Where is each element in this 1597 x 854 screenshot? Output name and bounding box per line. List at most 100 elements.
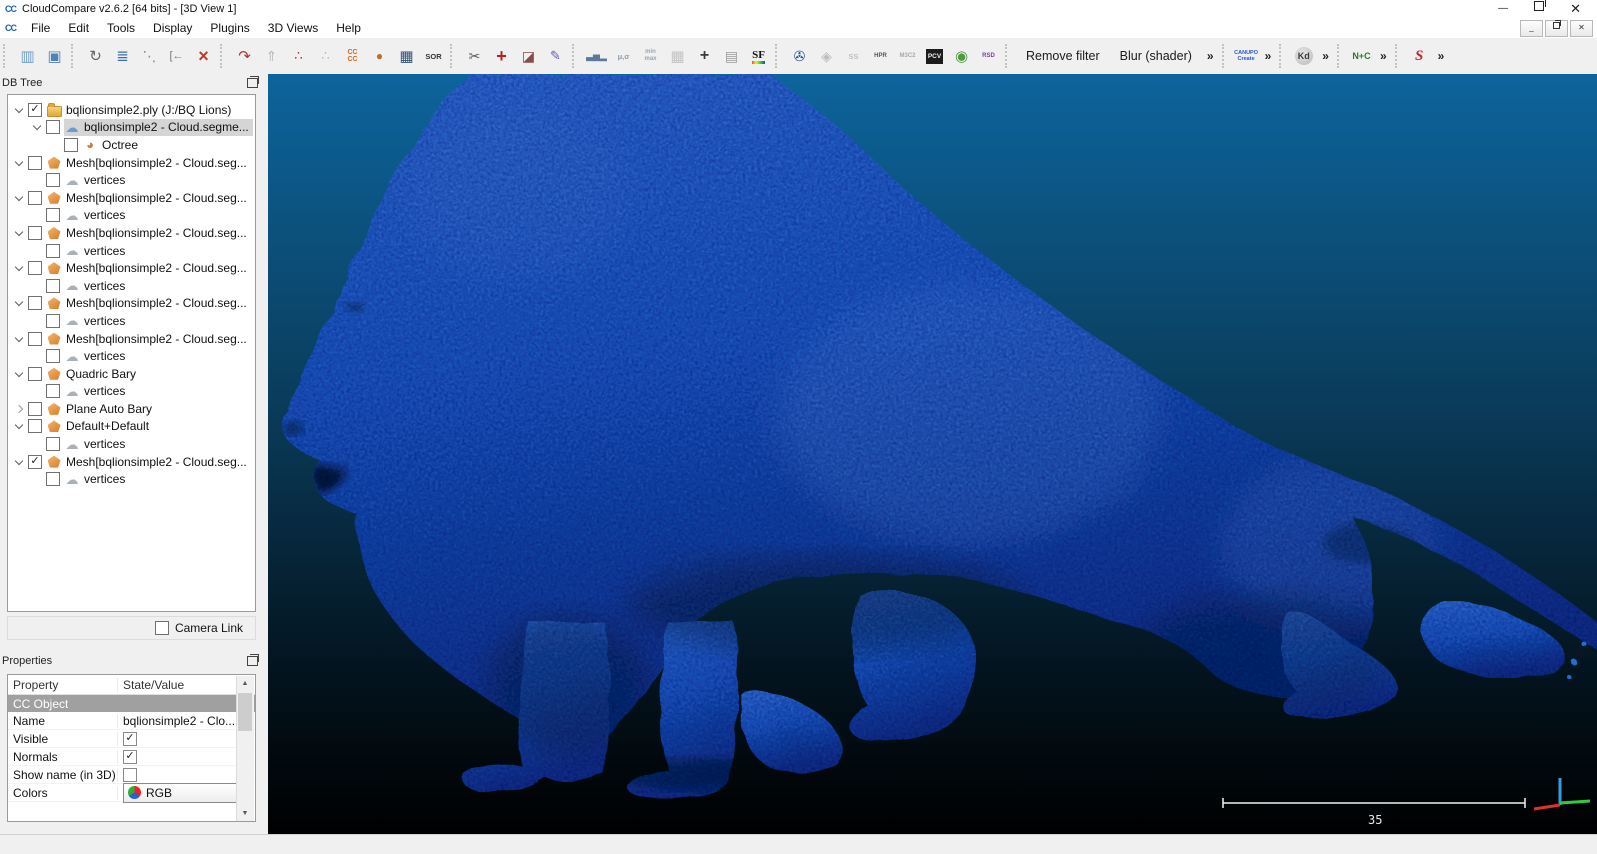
minimize-button[interactable]: — bbox=[1498, 0, 1508, 18]
tree-item-checkbox[interactable] bbox=[28, 454, 42, 469]
resample-icon[interactable]: ∴ bbox=[312, 43, 339, 70]
tree-item-checkbox[interactable] bbox=[46, 384, 60, 399]
cloud-cloud-distance-icon[interactable]: CC CC bbox=[339, 43, 366, 70]
tree-item-checkbox[interactable] bbox=[28, 190, 42, 205]
tree-item-expander[interactable] bbox=[12, 261, 26, 275]
tree-row-mesh-bqlionsimple2-cloud-seg[interactable]: Mesh[bqlionsimple2 - Cloud.seg... bbox=[8, 224, 255, 242]
tree-item-checkbox[interactable] bbox=[28, 261, 42, 276]
menu-item-edit[interactable]: Edit bbox=[59, 18, 98, 38]
tree-row-vertices[interactable]: ☁ vertices bbox=[8, 277, 255, 295]
menu-item-3d-views[interactable]: 3D Views bbox=[259, 18, 327, 38]
tree-row-vertices[interactable]: ☁ vertices bbox=[8, 435, 255, 453]
tree-row-mesh-bqlionsimple2-cloud-seg[interactable]: Mesh[bqlionsimple2 - Cloud.seg... bbox=[8, 259, 255, 277]
mdi-close-button[interactable]: ✕ bbox=[1570, 19, 1593, 37]
colors-dropdown[interactable]: RGB▼ bbox=[123, 782, 251, 803]
properties-float-icon[interactable] bbox=[247, 654, 259, 666]
tree-item-expander[interactable] bbox=[12, 156, 26, 170]
blur-shader-button[interactable]: Blur (shader) bbox=[1110, 43, 1202, 69]
tree-row-mesh-bqlionsimple2-cloud-seg[interactable]: Mesh[bqlionsimple2 - Cloud.seg... bbox=[8, 154, 255, 172]
tree-item-checkbox[interactable] bbox=[46, 349, 60, 364]
tree-item-expander[interactable] bbox=[12, 191, 26, 205]
open-icon[interactable]: ▥ bbox=[14, 43, 41, 70]
tree-item-expander[interactable] bbox=[30, 120, 44, 134]
menu-item-tools[interactable]: Tools bbox=[98, 18, 144, 38]
sf-arithmetic-icon[interactable]: ▤ bbox=[718, 43, 745, 70]
m3c2-plugin-icon[interactable]: M3C2 bbox=[894, 43, 921, 70]
tree-row-vertices[interactable]: ☁ vertices bbox=[8, 347, 255, 365]
ss-plugin-icon[interactable]: SS bbox=[840, 43, 867, 70]
pick-rotation-center-icon[interactable]: ↻ bbox=[82, 43, 109, 70]
point-list-picking-icon[interactable]: ⋱ bbox=[136, 43, 163, 70]
add-sf-icon[interactable]: + bbox=[691, 43, 718, 70]
tree-item-checkbox[interactable] bbox=[46, 243, 60, 258]
menu-item-plugins[interactable]: Plugins bbox=[201, 18, 258, 38]
tree-item-checkbox[interactable] bbox=[46, 173, 60, 188]
tree-row-vertices[interactable]: ☁ vertices bbox=[8, 470, 255, 488]
tree-item-checkbox[interactable] bbox=[28, 102, 42, 117]
statistical-test-icon[interactable]: ▦ bbox=[393, 43, 420, 70]
tree-row-bqlionsimple2-ply-j-bq-lions[interactable]: bqlionsimple2.ply (J:/BQ Lions) bbox=[8, 101, 255, 119]
merge-icon[interactable]: ⇑ bbox=[258, 43, 285, 70]
delete-icon[interactable]: × bbox=[190, 43, 217, 70]
tree-row-vertices[interactable]: ☁ vertices bbox=[8, 242, 255, 260]
tree-row-mesh-bqlionsimple2-cloud-seg[interactable]: Mesh[bqlionsimple2 - Cloud.seg... bbox=[8, 295, 255, 313]
tree-item-checkbox[interactable] bbox=[46, 208, 60, 223]
scroll-up-icon[interactable]: ▲ bbox=[237, 676, 253, 692]
tree-row-plane-auto-bary[interactable]: Plane Auto Bary bbox=[8, 400, 255, 418]
tree-item-expander[interactable] bbox=[12, 103, 26, 117]
tree-item-checkbox[interactable] bbox=[28, 401, 42, 416]
tree-row-mesh-bqlionsimple2-cloud-seg[interactable]: Mesh[bqlionsimple2 - Cloud.seg... bbox=[8, 189, 255, 207]
tree-item-checkbox[interactable] bbox=[28, 366, 42, 381]
tree-item-expander[interactable] bbox=[12, 455, 26, 469]
save-icon[interactable]: ▣ bbox=[41, 43, 68, 70]
tree-item-expander[interactable] bbox=[12, 332, 26, 346]
segment-icon[interactable]: ✎ bbox=[542, 43, 569, 70]
tree-item-expander[interactable] bbox=[12, 296, 26, 310]
tree-row-mesh-bqlionsimple2-cloud-seg[interactable]: Mesh[bqlionsimple2 - Cloud.seg... bbox=[8, 330, 255, 348]
translate-rotate-icon[interactable]: + bbox=[488, 43, 515, 70]
property-checkbox[interactable] bbox=[123, 731, 137, 746]
clipping-box-icon[interactable]: ◪ bbox=[515, 43, 542, 70]
property-checkbox[interactable] bbox=[123, 749, 137, 764]
sor-filter-icon[interactable]: SOR bbox=[420, 43, 447, 70]
crop-icon[interactable]: ✂ bbox=[461, 43, 488, 70]
scroll-down-icon[interactable]: ▼ bbox=[237, 806, 253, 821]
scroll-thumb[interactable] bbox=[238, 693, 252, 731]
kd-chevron[interactable]: » bbox=[1317, 49, 1334, 63]
mdi-restore-button[interactable] bbox=[1545, 19, 1568, 37]
menu-item-help[interactable]: Help bbox=[327, 18, 370, 38]
mdi-minimize-button[interactable]: _ bbox=[1520, 19, 1543, 37]
npc-chevron[interactable]: » bbox=[1375, 49, 1392, 63]
tree-item-checkbox[interactable] bbox=[28, 331, 42, 346]
apply-transformation-icon[interactable]: [← bbox=[163, 43, 190, 70]
restore-button[interactable] bbox=[1534, 0, 1547, 18]
properties-list-icon[interactable]: ≣ bbox=[109, 43, 136, 70]
cloud-mesh-distance-icon[interactable]: ● bbox=[366, 43, 393, 70]
tree-row-octree[interactable]: ◕ Octree bbox=[8, 136, 255, 154]
tree-item-checkbox[interactable] bbox=[46, 472, 60, 487]
db-tree-float-icon[interactable] bbox=[247, 76, 259, 88]
tree-item-checkbox[interactable] bbox=[64, 137, 78, 152]
s-curve-plugin-icon[interactable]: S bbox=[1406, 43, 1433, 70]
minmax-filter-icon[interactable]: min max bbox=[637, 43, 664, 70]
shader-more-chevron[interactable]: » bbox=[1202, 49, 1219, 63]
tree-row-default-default[interactable]: Default+Default bbox=[8, 418, 255, 436]
delete-sf-icon[interactable]: ▦ bbox=[664, 43, 691, 70]
tree-row-mesh-bqlionsimple2-cloud-seg[interactable]: Mesh[bqlionsimple2 - Cloud.seg... bbox=[8, 453, 255, 471]
shield-plugin-icon[interactable]: ◈ bbox=[813, 43, 840, 70]
close-button[interactable]: ✕ bbox=[1570, 0, 1581, 18]
clone-icon[interactable]: ↷ bbox=[231, 43, 258, 70]
properties-scrollbar[interactable]: ▲ ▼ bbox=[236, 676, 254, 821]
viewport-3d[interactable]: 35 bbox=[268, 74, 1597, 835]
hpr-plugin-icon[interactable]: HPR bbox=[867, 43, 894, 70]
canupo-create-icon[interactable]: CANUPO Create bbox=[1233, 43, 1260, 70]
tree-item-expander[interactable] bbox=[12, 367, 26, 381]
tree-item-checkbox[interactable] bbox=[46, 120, 60, 135]
sf-color-scale-icon[interactable]: SF bbox=[745, 43, 772, 70]
tree-row-vertices[interactable]: ☁ vertices bbox=[8, 207, 255, 225]
tree-row-quadric-bary[interactable]: Quadric Bary bbox=[8, 365, 255, 383]
tree-item-expander[interactable] bbox=[12, 419, 26, 433]
canupo-chevron[interactable]: » bbox=[1260, 49, 1277, 63]
tree-item-checkbox[interactable] bbox=[46, 278, 60, 293]
tree-row-vertices[interactable]: ☁ vertices bbox=[8, 383, 255, 401]
